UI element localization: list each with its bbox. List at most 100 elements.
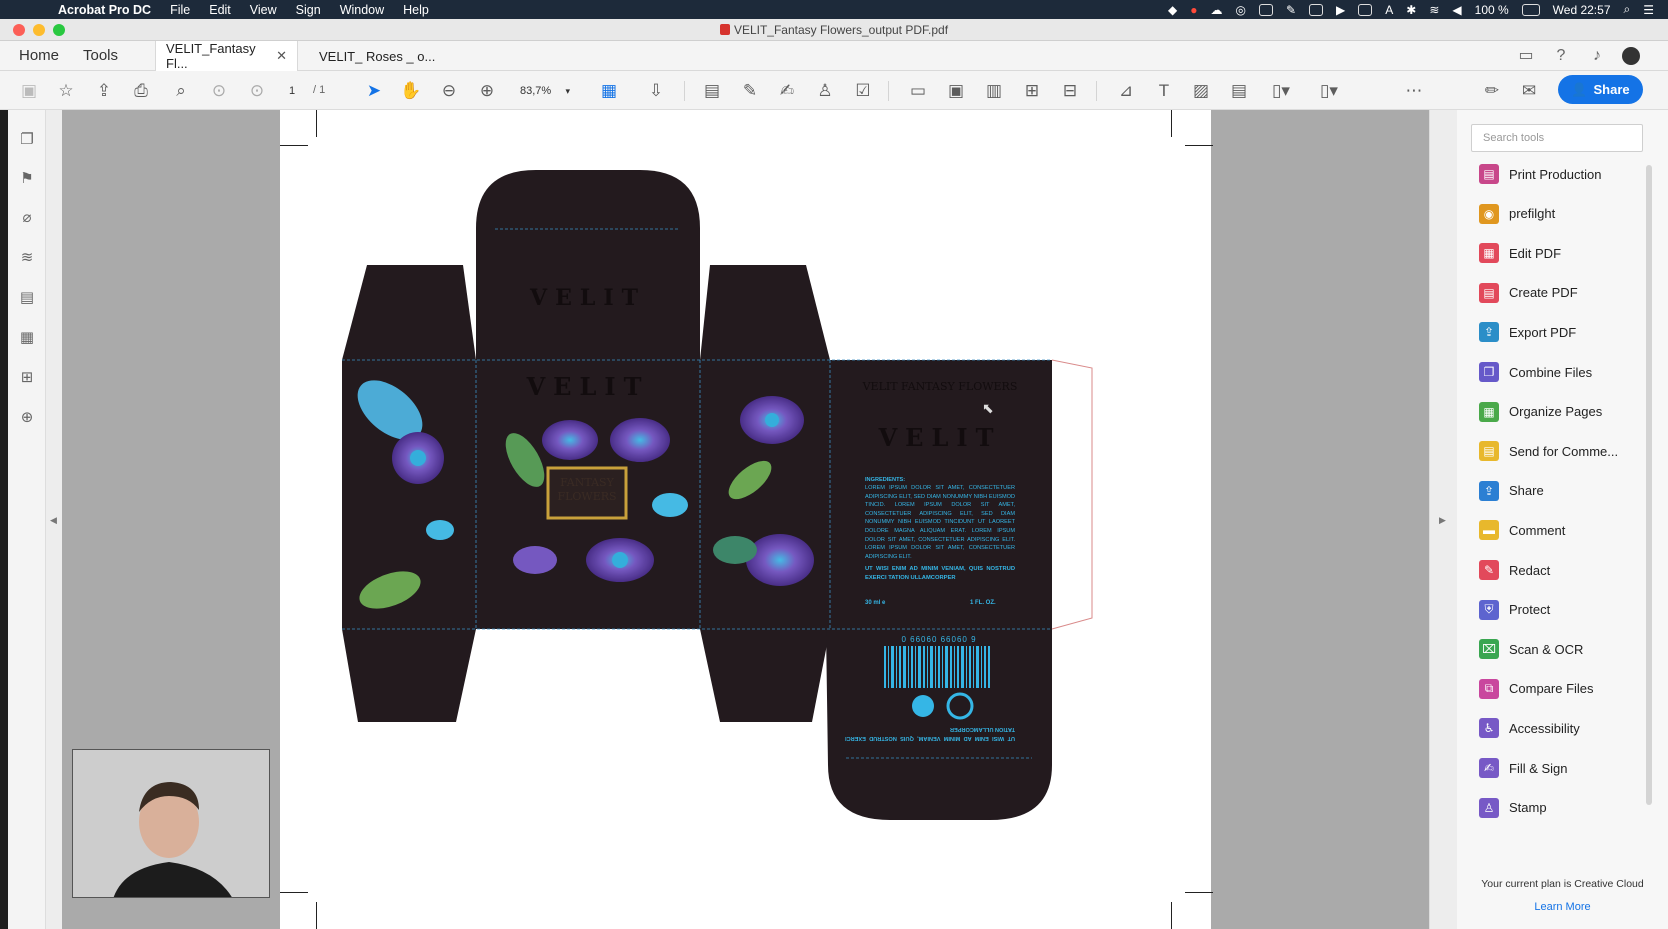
search-tools-input[interactable]: Search tools: [1471, 124, 1643, 152]
record-icon[interactable]: ◎: [1235, 3, 1245, 17]
tool-redact[interactable]: ✎ Redact: [1479, 559, 1550, 581]
add-text-icon[interactable]: T: [1153, 80, 1175, 102]
tool-scan-ocr[interactable]: ⌧ Scan & OCR: [1479, 638, 1583, 660]
clock[interactable]: Wed 22:57: [1553, 3, 1611, 17]
flattener-preview-icon[interactable]: ⊟: [1059, 80, 1081, 102]
next-page-icon[interactable]: ⊙: [246, 80, 268, 102]
close-tab-icon[interactable]: ✕: [276, 48, 287, 64]
edit-link-icon[interactable]: ✏: [1481, 80, 1503, 102]
fields-icon[interactable]: ▦: [17, 328, 37, 348]
tool-compare-files[interactable]: ⧉ Compare Files: [1479, 678, 1594, 700]
add-image-icon[interactable]: ▨: [1190, 80, 1212, 102]
opera-icon[interactable]: ●: [1190, 3, 1197, 17]
tool-stamp[interactable]: ♙ Stamp: [1479, 797, 1547, 819]
stamp-tool-icon[interactable]: ♙: [814, 80, 836, 102]
edit-text-image-icon[interactable]: ⊿: [1115, 80, 1137, 102]
screen-icon[interactable]: [1309, 3, 1324, 16]
tool-preflight[interactable]: ◉ prefilght: [1479, 203, 1555, 225]
link-document-icon[interactable]: ▤: [1228, 80, 1250, 102]
draw-pen-icon[interactable]: ✍: [776, 80, 798, 102]
page-number-input[interactable]: 1: [279, 82, 305, 100]
menu-file[interactable]: File: [170, 3, 190, 17]
page-content-icon[interactable]: ▤: [17, 288, 37, 308]
layers-icon[interactable]: ≋: [17, 248, 37, 268]
attachments-icon[interactable]: ⌀: [17, 208, 37, 228]
menu-edit[interactable]: Edit: [209, 3, 231, 17]
security-icon[interactable]: ⊕: [17, 408, 37, 428]
add-printer-marks-icon[interactable]: ⊞: [1021, 80, 1043, 102]
bookmarks-icon[interactable]: ⚑: [17, 169, 37, 189]
zoom-out-icon[interactable]: ⊖: [438, 80, 460, 102]
zoom-search-icon[interactable]: ⌕: [170, 80, 192, 102]
d-app-icon[interactable]: ▶: [1336, 3, 1345, 17]
bookmark-star-icon[interactable]: ☆: [55, 80, 77, 102]
tool-fill-sign[interactable]: ✍ Fill & Sign: [1479, 757, 1568, 779]
more-options-icon[interactable]: ⋯: [1403, 80, 1425, 102]
notifications-bell-icon[interactable]: ♪: [1588, 47, 1606, 65]
highlight-pen-icon[interactable]: ✎: [739, 80, 761, 102]
document-tab-active[interactable]: VELIT_Fantasy Fl... ✕: [155, 41, 298, 71]
email-icon[interactable]: ✉: [1518, 80, 1540, 102]
tool-accessibility[interactable]: ♿ Accessibility: [1479, 717, 1580, 739]
print-icon[interactable]: ⎙: [130, 80, 152, 102]
tool-create-pdf[interactable]: ▤ Create PDF: [1479, 282, 1578, 304]
measure-ruler-icon[interactable]: ▭: [907, 80, 929, 102]
select-cursor-icon[interactable]: ➤: [363, 80, 385, 102]
learn-more-link[interactable]: Learn More: [1457, 901, 1668, 913]
user-avatar[interactable]: [1622, 47, 1640, 65]
previous-page-icon[interactable]: ⊙: [208, 80, 230, 102]
keyboard-icon[interactable]: [1358, 3, 1373, 16]
battery-text[interactable]: 100 %: [1475, 3, 1509, 17]
tool-share[interactable]: ⇪ Share: [1479, 480, 1544, 502]
right-panel-toggle[interactable]: ▶: [1429, 110, 1457, 929]
tool-export-pdf[interactable]: ⇪ Export PDF: [1479, 321, 1576, 343]
checkbox-tool-icon[interactable]: ☑: [852, 80, 874, 102]
tool-label: Organize Pages: [1509, 404, 1603, 420]
output-preview-icon[interactable]: ▣: [945, 80, 967, 102]
upload-cloud-icon[interactable]: ⇪: [93, 80, 115, 102]
fix-hairlines-icon[interactable]: ▥: [983, 80, 1005, 102]
save-icon[interactable]: ▣: [18, 80, 40, 102]
cloud-icon[interactable]: ☁: [1210, 3, 1222, 17]
tool-protect[interactable]: ⛨ Protect: [1479, 599, 1550, 621]
tab-home[interactable]: Home: [19, 47, 59, 64]
tool-comment[interactable]: ▬ Comment: [1479, 519, 1565, 541]
bluetooth-icon[interactable]: ✱: [1406, 3, 1416, 17]
help-icon[interactable]: ?: [1552, 47, 1570, 65]
notification-center-icon[interactable]: ☰: [1643, 3, 1654, 17]
macos-menubar: Acrobat Pro DC File Edit View Sign Windo…: [0, 0, 1668, 19]
menu-sign[interactable]: Sign: [296, 3, 321, 17]
share-button[interactable]: 👤 Share: [1558, 75, 1643, 104]
export-menu-icon[interactable]: ▯▾: [1318, 80, 1340, 102]
wifi-icon[interactable]: ≋: [1429, 3, 1439, 17]
structure-tree-icon[interactable]: ⊞: [17, 368, 37, 388]
tool-combine-files[interactable]: ❐ Combine Files: [1479, 361, 1592, 383]
zoom-in-icon[interactable]: ⊕: [476, 80, 498, 102]
tool-print-production[interactable]: ▤ Print Production: [1479, 163, 1602, 185]
feather-icon[interactable]: ✎: [1286, 3, 1296, 17]
document-tab[interactable]: VELIT_ Roses _ o...: [309, 41, 451, 71]
tool-send-for-comment[interactable]: ▤ Send for Comme...: [1479, 440, 1618, 462]
tools-scrollbar[interactable]: [1646, 165, 1652, 805]
zoom-level-select[interactable]: 83,7% ▾: [514, 82, 572, 100]
page-thumbnails-icon[interactable]: ❐: [17, 130, 37, 150]
organize-menu-icon[interactable]: ▯▾: [1270, 80, 1292, 102]
display-icon[interactable]: [1258, 3, 1273, 16]
tool-organize-pages[interactable]: ▦ Organize Pages: [1479, 401, 1602, 423]
dropbox-icon[interactable]: ◆: [1168, 3, 1177, 17]
text-input-icon[interactable]: A: [1385, 3, 1393, 17]
tab-tools[interactable]: Tools: [83, 47, 118, 64]
left-panel-toggle[interactable]: ◀: [46, 110, 62, 929]
chat-icon[interactable]: ▭: [1517, 47, 1535, 65]
hand-tool-icon[interactable]: ✋: [400, 80, 422, 102]
spotlight-icon[interactable]: ⌕: [1624, 2, 1631, 17]
menu-help[interactable]: Help: [403, 3, 429, 17]
menu-app-name[interactable]: Acrobat Pro DC: [58, 3, 151, 17]
menu-window[interactable]: Window: [340, 3, 384, 17]
comment-note-icon[interactable]: ▤: [701, 80, 723, 102]
volume-icon[interactable]: ◀: [1452, 3, 1461, 17]
menu-view[interactable]: View: [250, 3, 277, 17]
scroll-mode-icon[interactable]: ⇩: [645, 80, 667, 102]
tool-edit-pdf[interactable]: ▦ Edit PDF: [1479, 242, 1561, 264]
page-fit-icon[interactable]: ▦: [598, 80, 620, 102]
